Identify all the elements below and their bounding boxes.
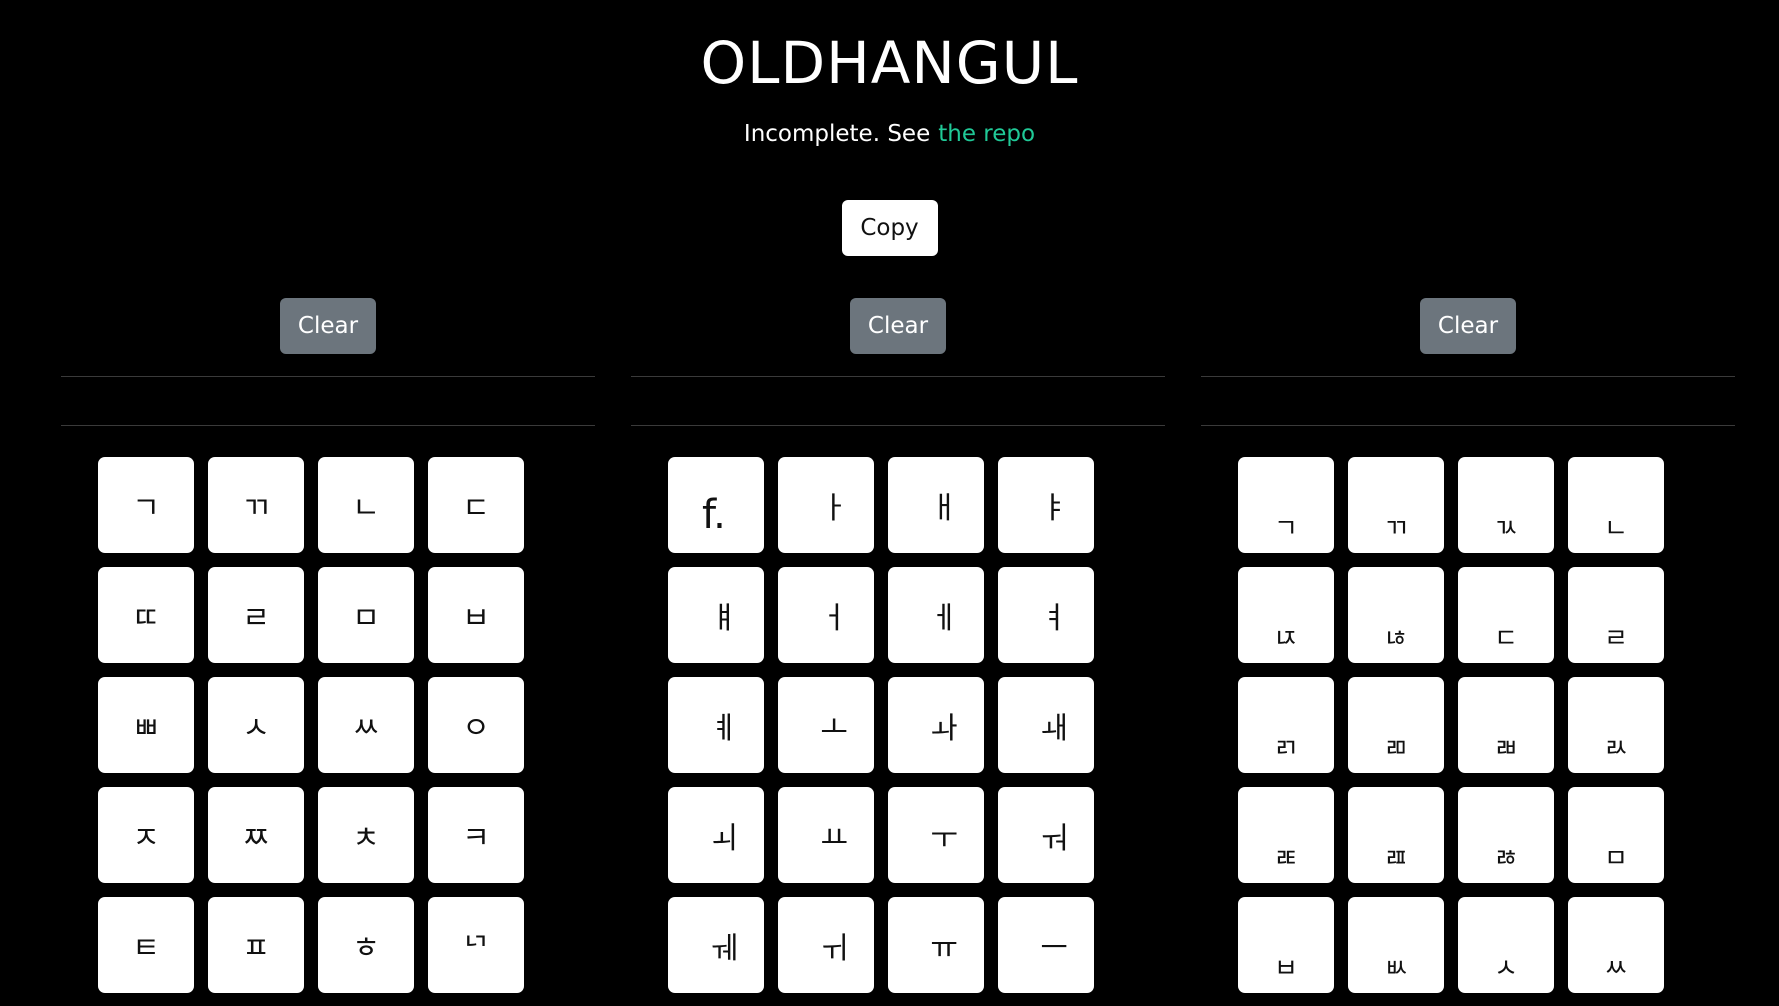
vowel-key[interactable]: ㅓ bbox=[778, 567, 874, 663]
vowel-key[interactable]: ㅕ bbox=[998, 567, 1094, 663]
final-key[interactable]: ㄼ bbox=[1458, 677, 1554, 773]
final-key[interactable]: ㅄ bbox=[1348, 897, 1444, 993]
initial-key[interactable]: ㅍ bbox=[208, 897, 304, 993]
final-key[interactable]: ㄲ bbox=[1348, 457, 1444, 553]
vowel-key[interactable]: ㅑ bbox=[998, 457, 1094, 553]
repo-link[interactable]: the repo bbox=[938, 121, 1035, 147]
initial-key[interactable]: ㅈ bbox=[98, 787, 194, 883]
vowel-key[interactable]: ㅝ bbox=[998, 787, 1094, 883]
initial-key[interactable]: ᄓ bbox=[428, 897, 524, 993]
vowel-key[interactable]: ㅚ bbox=[668, 787, 764, 883]
clear-wrap: Clear bbox=[1201, 298, 1735, 354]
final-key[interactable]: ㅀ bbox=[1458, 787, 1554, 883]
vowel-key[interactable]: ㅙ bbox=[998, 677, 1094, 773]
initial-key[interactable]: ㄲ bbox=[208, 457, 304, 553]
final-key[interactable]: ㅆ bbox=[1568, 897, 1664, 993]
final-key[interactable]: ㅁ bbox=[1568, 787, 1664, 883]
final-key[interactable]: ㄾ bbox=[1238, 787, 1334, 883]
final-key[interactable]: ㅅ bbox=[1458, 897, 1554, 993]
initial-key[interactable]: ㄴ bbox=[318, 457, 414, 553]
vowel-key[interactable]: ㅡ bbox=[998, 897, 1094, 993]
vowel-key[interactable]: ㅔ bbox=[888, 567, 984, 663]
final-key-grid: ㄱㄲㄳㄴㄵㄶㄷㄹㄺㄻㄼㄽㄾㄿㅀㅁㅂㅄㅅㅆ bbox=[1238, 457, 1735, 993]
final-key[interactable]: ㅂ bbox=[1238, 897, 1334, 993]
subtitle: Incomplete. See the repo bbox=[0, 120, 1779, 148]
final-consonant-column: Clear ㄱㄲㄳㄴㄵㄶㄷㄹㄺㄻㄼㄽㄾㄿㅀㅁㅂㅄㅅㅆ bbox=[1201, 298, 1735, 993]
clear-initial-button[interactable]: Clear bbox=[280, 298, 376, 354]
final-key[interactable]: ㄹ bbox=[1568, 567, 1664, 663]
vowel-key[interactable]: ㅞ bbox=[668, 897, 764, 993]
clear-wrap: Clear bbox=[631, 298, 1165, 354]
subtitle-text: Incomplete. See bbox=[743, 121, 931, 147]
page-title: OLDHANGUL bbox=[700, 29, 1079, 97]
initial-key[interactable]: ㅂ bbox=[428, 567, 524, 663]
vowel-key-grid: f. ㅏㅐㅑㅒㅓㅔㅕㅖㅗㅘㅙㅚㅛㅜㅝㅞㅟㅠㅡ bbox=[668, 457, 1165, 993]
keyboard-columns: Clear ㄱㄲㄴㄷㄸㄹㅁㅂㅃㅅㅆㅇㅈㅉㅊㅋㅌㅍㅎᄓ Clear f. ㅏㅐㅑㅒㅓ… bbox=[61, 298, 1735, 993]
initial-key[interactable]: ㄱ bbox=[98, 457, 194, 553]
final-preview bbox=[1201, 376, 1735, 426]
page: OLDHANGUL Incomplete. See the repo Copy C… bbox=[0, 0, 1779, 1006]
initial-preview bbox=[61, 376, 595, 426]
initial-key[interactable]: ㅉ bbox=[208, 787, 304, 883]
initial-key[interactable]: ㅌ bbox=[98, 897, 194, 993]
vowel-key[interactable]: ㅛ bbox=[778, 787, 874, 883]
final-key[interactable]: ㄺ bbox=[1238, 677, 1334, 773]
initial-consonant-column: Clear ㄱㄲㄴㄷㄸㄹㅁㅂㅃㅅㅆㅇㅈㅉㅊㅋㅌㅍㅎᄓ bbox=[61, 298, 595, 993]
final-key[interactable]: ㄳ bbox=[1458, 457, 1554, 553]
initial-key[interactable]: ㅋ bbox=[428, 787, 524, 883]
vowel-key[interactable]: ㅗ bbox=[778, 677, 874, 773]
initial-key[interactable]: ㅅ bbox=[208, 677, 304, 773]
initial-key[interactable]: ㄹ bbox=[208, 567, 304, 663]
vowel-key[interactable]: ㅖ bbox=[668, 677, 764, 773]
vowel-key[interactable]: ㅏ bbox=[778, 457, 874, 553]
vowel-key[interactable]: ㅘ bbox=[888, 677, 984, 773]
final-key[interactable]: ㄴ bbox=[1568, 457, 1664, 553]
initial-key[interactable]: ㄷ bbox=[428, 457, 524, 553]
clear-wrap: Clear bbox=[61, 298, 595, 354]
initial-key[interactable]: ㅎ bbox=[318, 897, 414, 993]
initial-key[interactable]: ㅃ bbox=[98, 677, 194, 773]
initial-key[interactable]: ㅆ bbox=[318, 677, 414, 773]
final-key[interactable]: ㄵ bbox=[1238, 567, 1334, 663]
initial-key[interactable]: ㄸ bbox=[98, 567, 194, 663]
final-key[interactable]: ㄽ bbox=[1568, 677, 1664, 773]
copy-wrap: Copy bbox=[0, 200, 1779, 256]
initial-key[interactable]: ㅊ bbox=[318, 787, 414, 883]
final-key[interactable]: ㄷ bbox=[1458, 567, 1554, 663]
vowel-key[interactable]: ㅐ bbox=[888, 457, 984, 553]
initial-key[interactable]: ㅇ bbox=[428, 677, 524, 773]
clear-final-button[interactable]: Clear bbox=[1420, 298, 1516, 354]
initial-key[interactable]: ㅁ bbox=[318, 567, 414, 663]
vowel-preview bbox=[631, 376, 1165, 426]
vowel-key[interactable]: ㅠ bbox=[888, 897, 984, 993]
vowel-key[interactable]: ㅜ bbox=[888, 787, 984, 883]
copy-button[interactable]: Copy bbox=[841, 200, 938, 256]
final-key[interactable]: ㄿ bbox=[1348, 787, 1444, 883]
final-key[interactable]: ㄻ bbox=[1348, 677, 1444, 773]
vowel-key[interactable]: f. bbox=[668, 457, 764, 553]
header: OLDHANGUL Incomplete. See the repo bbox=[0, 0, 1779, 148]
final-key[interactable]: ㄱ bbox=[1238, 457, 1334, 553]
vowel-key[interactable]: ㅟ bbox=[778, 897, 874, 993]
clear-vowel-button[interactable]: Clear bbox=[850, 298, 946, 354]
vowel-key[interactable]: ㅒ bbox=[668, 567, 764, 663]
vowel-column: Clear f. ㅏㅐㅑㅒㅓㅔㅕㅖㅗㅘㅙㅚㅛㅜㅝㅞㅟㅠㅡ bbox=[631, 298, 1165, 993]
initial-key-grid: ㄱㄲㄴㄷㄸㄹㅁㅂㅃㅅㅆㅇㅈㅉㅊㅋㅌㅍㅎᄓ bbox=[98, 457, 595, 993]
final-key[interactable]: ㄶ bbox=[1348, 567, 1444, 663]
